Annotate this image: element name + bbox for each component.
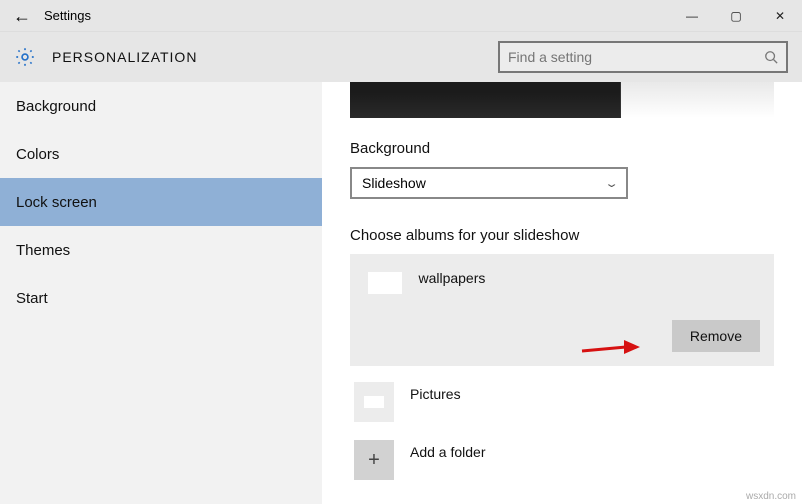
sidebar-item-label: Start — [16, 290, 48, 307]
sidebar-item-lock-screen[interactable]: Lock screen — [0, 178, 322, 226]
album-name: Pictures — [410, 386, 461, 402]
add-folder-label: Add a folder — [410, 444, 486, 460]
sidebar-item-background[interactable]: Background — [0, 82, 322, 130]
sidebar-item-label: Colors — [16, 146, 59, 163]
gear-icon — [14, 46, 36, 68]
plus-icon: + — [354, 440, 394, 480]
minimize-button[interactable]: — — [670, 0, 714, 32]
watermark: wsxdn.com — [746, 491, 796, 502]
add-folder-button[interactable]: + Add a folder — [350, 438, 774, 482]
sidebar: Background Colors Lock screen Themes Sta… — [0, 82, 322, 504]
search-icon — [764, 50, 778, 64]
album-item-wallpapers[interactable]: wallpapers Remove — [350, 254, 774, 366]
header: PERSONALIZATION — [0, 32, 802, 82]
sidebar-item-themes[interactable]: Themes — [0, 226, 322, 274]
sidebar-item-label: Lock screen — [16, 194, 97, 211]
album-item-pictures[interactable]: Pictures — [350, 380, 774, 424]
titlebar: ← Settings — ▢ ✕ — [0, 0, 802, 32]
album-thumbnail — [368, 272, 402, 294]
album-thumbnail — [354, 382, 394, 422]
sidebar-item-start[interactable]: Start — [0, 274, 322, 322]
sidebar-item-label: Themes — [16, 242, 70, 259]
close-button[interactable]: ✕ — [758, 0, 802, 32]
maximize-button[interactable]: ▢ — [714, 0, 758, 32]
lock-screen-preview — [350, 82, 774, 118]
sidebar-item-colors[interactable]: Colors — [0, 130, 322, 178]
album-name: wallpapers — [418, 270, 485, 286]
background-label: Background — [350, 140, 774, 157]
background-select-value: Slideshow — [362, 175, 426, 191]
back-button[interactable]: ← — [0, 0, 44, 32]
search-input[interactable] — [508, 49, 764, 65]
content-panel: Background Slideshow ⌄ Choose albums for… — [322, 82, 802, 504]
search-box[interactable] — [498, 41, 788, 73]
window-title: Settings — [44, 8, 91, 23]
background-select[interactable]: Slideshow ⌄ — [350, 167, 628, 199]
remove-button[interactable]: Remove — [672, 320, 760, 352]
sidebar-item-label: Background — [16, 98, 96, 115]
category-title: PERSONALIZATION — [52, 49, 197, 65]
chevron-down-icon: ⌄ — [604, 177, 619, 190]
choose-albums-label: Choose albums for your slideshow — [350, 227, 774, 244]
